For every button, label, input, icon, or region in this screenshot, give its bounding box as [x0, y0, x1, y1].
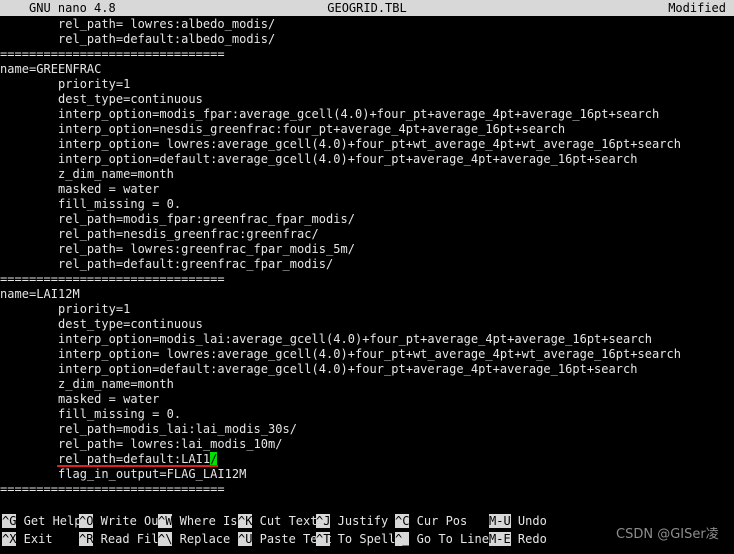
- shortcut-justify[interactable]: ^J Justify: [316, 513, 388, 529]
- shortcut-where-is[interactable]: ^W Where Is: [158, 513, 237, 529]
- shortcut-key-chip: ^W: [158, 514, 173, 528]
- text-line[interactable]: fill_missing = 0.: [0, 197, 181, 212]
- text-line[interactable]: interp_option= lowres:average_gcell(4.0)…: [0, 137, 681, 152]
- shortcut-key-chip: ^J: [316, 514, 331, 528]
- filename-label: GEOGRID.TBL: [327, 1, 407, 15]
- text-line[interactable]: masked = water: [0, 392, 159, 407]
- shortcut-label: To Spell: [330, 532, 396, 546]
- shortcut-read-file[interactable]: ^R Read File: [79, 531, 166, 547]
- text-line[interactable]: ===============================: [0, 482, 225, 497]
- line-text-before-cursor: rel_path=default:LAI1: [0, 452, 211, 466]
- shortcut-label: Get Help: [16, 514, 82, 528]
- text-line[interactable]: ===============================: [0, 272, 225, 287]
- text-line[interactable]: rel_path=nesdis_greenfrac:greenfrac/: [0, 227, 319, 242]
- shortcut-key-chip: ^R: [79, 532, 94, 546]
- text-line[interactable]: rel_path= lowres:greenfrac_fpar_modis_5m…: [0, 242, 355, 257]
- text-line[interactable]: fill_missing = 0.: [0, 407, 181, 422]
- text-line[interactable]: flag_in_output=FLAG_LAI12M: [0, 467, 246, 482]
- text-line[interactable]: priority=1: [0, 77, 130, 92]
- text-line[interactable]: priority=1: [0, 302, 130, 317]
- text-line[interactable]: rel_path=default:albedo_modis/: [0, 32, 275, 47]
- shortcut-key-chip: ^G: [2, 514, 17, 528]
- shortcut-key-chip: ^U: [238, 532, 253, 546]
- text-line[interactable]: z_dim_name=month: [0, 167, 174, 182]
- text-line[interactable]: rel_path=modis_fpar:greenfrac_fpar_modis…: [0, 212, 355, 227]
- shortcut-label: Redo: [510, 532, 547, 546]
- text-line[interactable]: name=LAI12M: [0, 287, 80, 302]
- text-line[interactable]: interp_option=default:average_gcell(4.0)…: [0, 152, 638, 167]
- shortcut-key-chip: ^_: [395, 532, 410, 546]
- shortcut-key-chip: ^X: [2, 532, 17, 546]
- shortcut-write-out[interactable]: ^O Write Out: [79, 513, 166, 529]
- text-line[interactable]: dest_type=continuous: [0, 92, 203, 107]
- text-line[interactable]: interp_option=default:average_gcell(4.0)…: [0, 362, 638, 377]
- modified-status-label: Modified: [668, 1, 726, 15]
- shortcut-undo[interactable]: M-U Undo: [489, 513, 547, 529]
- watermark-overlay: CSDN @GISer凌: [616, 527, 719, 542]
- shortcut-label: Write Out: [93, 514, 166, 528]
- shortcut-cur-pos[interactable]: ^C Cur Pos: [395, 513, 467, 529]
- shortcut-label: Cur Pos: [409, 514, 468, 528]
- shortcut-key-chip: ^K: [238, 514, 253, 528]
- text-line[interactable]: z_dim_name=month: [0, 377, 174, 392]
- text-line[interactable]: rel_path= lowres:lai_modis_10m/: [0, 437, 283, 452]
- shortcut-cut-text[interactable]: ^K Cut Text: [238, 513, 317, 529]
- text-line[interactable]: rel_path= lowres:albedo_modis/: [0, 17, 275, 32]
- text-line[interactable]: ===============================: [0, 47, 225, 62]
- shortcut-label: Read File: [93, 532, 166, 546]
- shortcut-key-chip: ^C: [395, 514, 410, 528]
- shortcut-go-to-line[interactable]: ^_ Go To Line: [395, 531, 489, 547]
- text-line[interactable]: interp_option=nesdis_greenfrac:four_pt+a…: [0, 122, 565, 137]
- text-line[interactable]: rel_path=modis_lai:lai_modis_30s/: [0, 422, 297, 437]
- text-line[interactable]: name=GREENFRAC: [0, 62, 101, 77]
- shortcut-key-chip: M-U: [489, 514, 511, 528]
- text-line[interactable]: interp_option=modis_fpar:average_gcell(4…: [0, 107, 659, 122]
- text-cursor: /: [210, 452, 218, 466]
- text-line[interactable]: dest_type=continuous: [0, 317, 203, 332]
- shortcut-exit[interactable]: ^X Exit: [2, 531, 53, 547]
- shortcut-key-chip: ^\: [158, 532, 173, 546]
- text-line[interactable]: interp_option=modis_lai:average_gcell(4.…: [0, 332, 652, 347]
- text-line[interactable]: masked = water: [0, 182, 159, 197]
- title-bar: GNU nano 4.8 GEOGRID.TBL Modified: [0, 0, 734, 16]
- nano-editor-window: GNU nano 4.8 GEOGRID.TBL Modified rel_pa…: [0, 0, 734, 554]
- shortcut-key-chip: M-E: [489, 532, 511, 546]
- shortcut-label: Go To Line: [409, 532, 489, 546]
- shortcut-get-help[interactable]: ^G Get Help: [2, 513, 81, 529]
- shortcut-label: Undo: [510, 514, 547, 528]
- shortcut-key-chip: ^O: [79, 514, 94, 528]
- shortcut-label: Where Is: [172, 514, 238, 528]
- shortcut-redo[interactable]: M-E Redo: [489, 531, 547, 547]
- text-buffer[interactable]: rel_path= lowres:albedo_modis/ rel_path=…: [0, 16, 734, 505]
- text-line[interactable]: interp_option= lowres:average_gcell(4.0)…: [0, 347, 681, 362]
- shortcut-key-chip: ^T: [316, 532, 331, 546]
- shortcut-replace[interactable]: ^\ Replace: [158, 531, 230, 547]
- shortcut-label: Exit: [16, 532, 53, 546]
- shortcut-label: Replace: [172, 532, 231, 546]
- text-line[interactable]: rel_path=default:greenfrac_fpar_modis/: [0, 257, 333, 272]
- shortcut-to-spell[interactable]: ^T To Spell: [316, 531, 395, 547]
- shortcut-label: Cut Text: [252, 514, 318, 528]
- shortcut-label: Justify: [330, 514, 389, 528]
